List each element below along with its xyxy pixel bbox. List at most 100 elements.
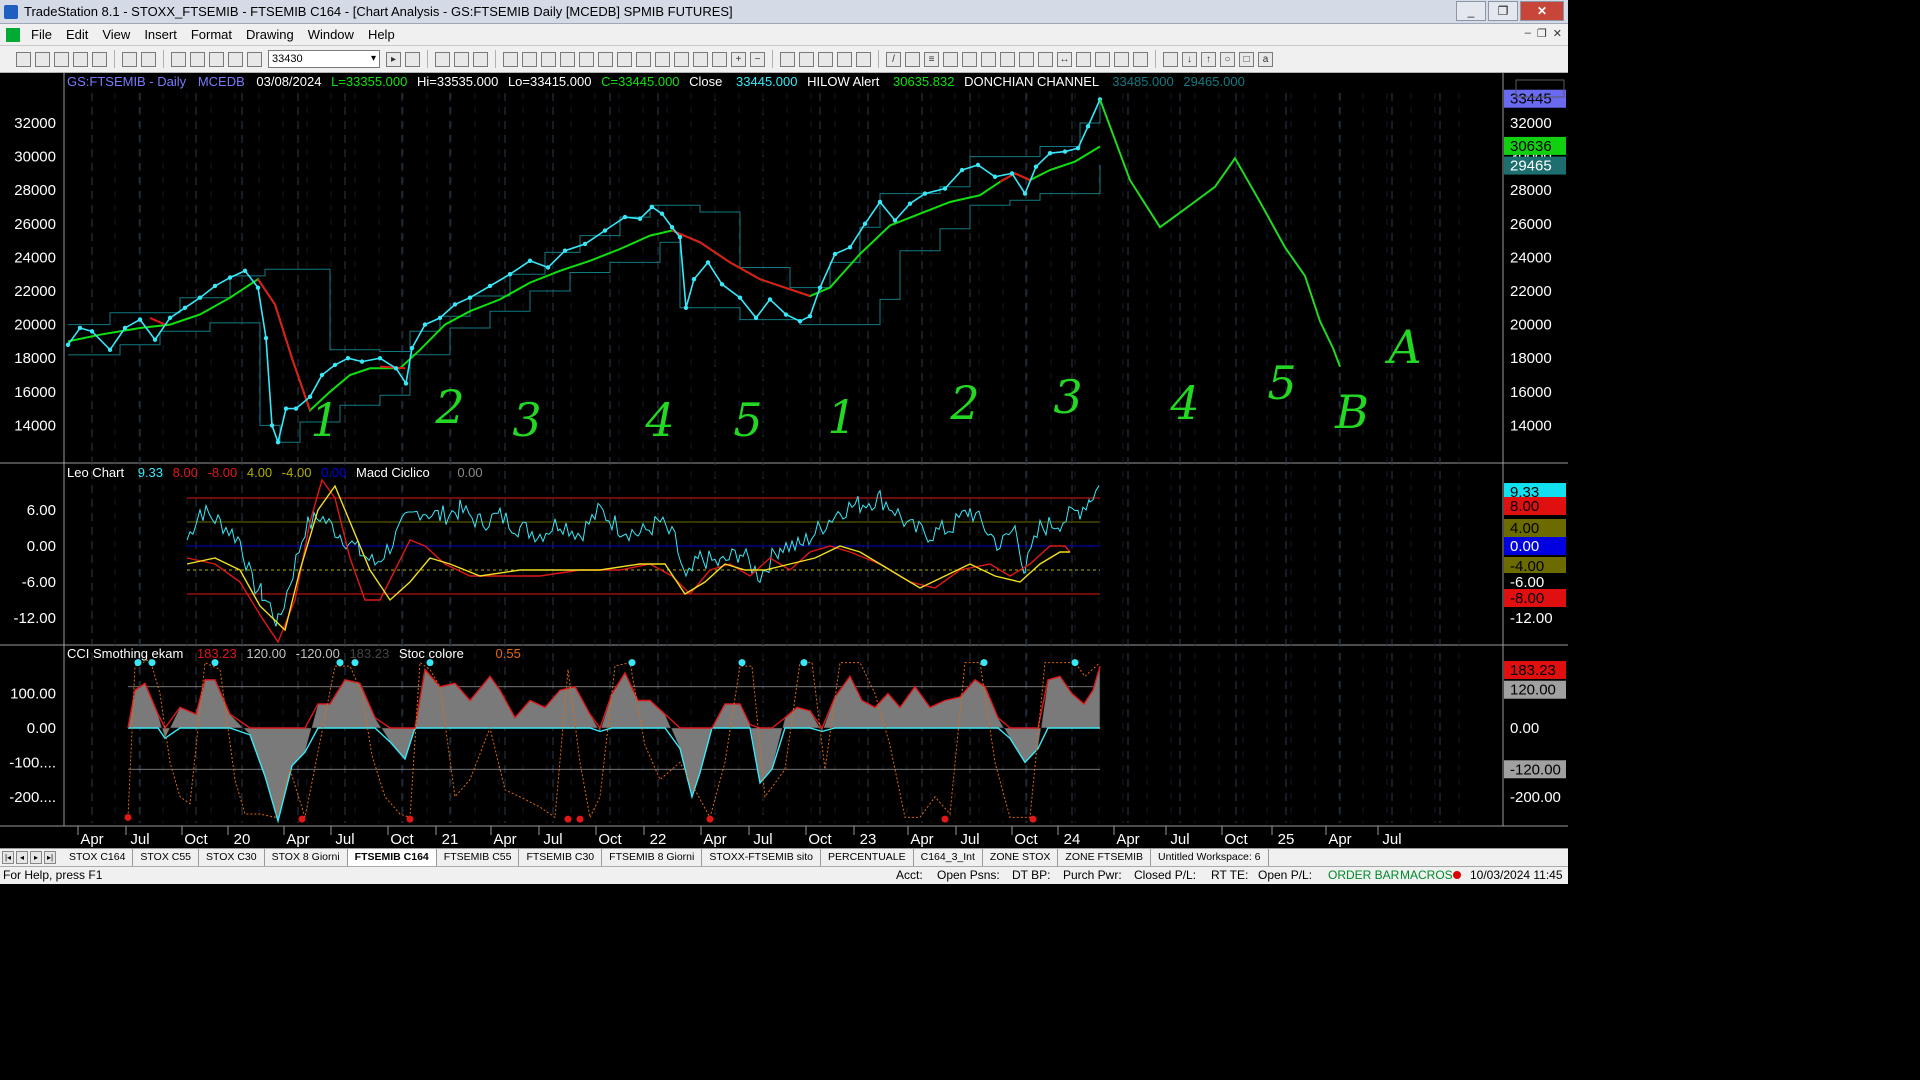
menu-window[interactable]: Window (301, 27, 361, 42)
cursor-cross-icon[interactable] (693, 51, 708, 67)
workspace-tab[interactable]: ZONE STOX (983, 849, 1059, 866)
workspace-tab[interactable]: STOX C30 (199, 849, 265, 866)
menu-format[interactable]: Format (184, 27, 239, 42)
menu-view[interactable]: View (95, 27, 137, 42)
regression-icon[interactable] (943, 51, 958, 67)
workspace-tab[interactable]: FTSEMIB 8 Giorni (602, 849, 703, 866)
mdi-minimize-icon[interactable]: – (1525, 27, 1531, 40)
format-icon[interactable] (560, 51, 575, 67)
pointer-icon[interactable] (780, 51, 795, 67)
chart-svg[interactable]: 3200032000300003000028000280002600026000… (0, 73, 1568, 848)
menu-file[interactable]: File (24, 27, 59, 42)
fan-icon[interactable] (962, 51, 977, 67)
data-window-icon[interactable] (503, 51, 518, 67)
zoom-in-icon[interactable]: + (731, 51, 746, 67)
space-icon[interactable] (712, 51, 727, 67)
minimize-button[interactable]: _ (1456, 1, 1486, 21)
draw-icon[interactable] (228, 51, 243, 67)
copy-icon[interactable] (73, 51, 88, 67)
bar-chart-icon[interactable] (655, 51, 670, 67)
workspace-tab[interactable]: FTSEMIB C30 (519, 849, 603, 866)
wave-label[interactable]: 5 (733, 393, 762, 447)
drawing-object-icon[interactable] (837, 51, 852, 67)
chart-window-icon[interactable] (6, 27, 20, 42)
menu-insert[interactable]: Insert (137, 27, 184, 42)
workspace-tab[interactable]: STOXX-FTSEMIB sito (702, 849, 822, 866)
macros-button[interactable]: MACROS (1400, 868, 1453, 882)
bar-interval-icon[interactable] (435, 51, 450, 67)
zoom-out-icon[interactable]: − (750, 51, 765, 67)
scroll-icon[interactable] (541, 51, 556, 67)
mdi-restore-icon[interactable]: ❐ (1537, 27, 1547, 40)
wave-label[interactable]: B (1334, 385, 1369, 439)
open-icon[interactable] (35, 51, 50, 67)
pencil-icon[interactable] (1133, 51, 1148, 67)
strategy-icon[interactable] (617, 51, 632, 67)
arrow-horizontal-icon[interactable]: ↔ (1057, 51, 1072, 67)
symbol-input[interactable]: 33430 (268, 50, 380, 68)
parallel-lines-icon[interactable] (1076, 51, 1091, 67)
wave-label[interactable]: 1 (827, 390, 856, 444)
go-arrow-icon[interactable]: ▸ (386, 51, 401, 67)
order-bar-button[interactable]: ORDER BAR (1328, 868, 1399, 882)
mdi-close-icon[interactable]: ✕ (1553, 27, 1562, 40)
eraser-icon[interactable] (856, 51, 871, 67)
chart-analysis-window[interactable]: 3200032000300003000028000280002600026000… (0, 73, 1568, 848)
workspace-tab[interactable]: FTSEMIB C164 (347, 849, 437, 866)
replay-icon[interactable] (579, 51, 594, 67)
projection-drawing[interactable] (1099, 99, 1341, 367)
workspace-tab[interactable]: FTSEMIB C55 (437, 849, 520, 866)
wave-label[interactable]: 2 (949, 376, 979, 430)
wave-label[interactable]: 4 (644, 393, 674, 447)
speed-lines-icon[interactable] (1095, 51, 1110, 67)
horizontal-line-icon[interactable]: ≡ (924, 51, 939, 67)
new-icon[interactable] (16, 51, 31, 67)
refresh-icon[interactable] (171, 51, 186, 67)
trendline-icon[interactable]: / (886, 51, 901, 67)
workspace-tab[interactable]: C164_3_Int (914, 849, 983, 866)
menu-edit[interactable]: Edit (59, 27, 95, 42)
workspace-tab[interactable]: STOX 8 Giorni (265, 849, 348, 866)
workspace-tab[interactable]: ZONE FTSEMIB (1058, 849, 1151, 866)
fibonacci-icon[interactable] (1019, 51, 1034, 67)
grid-icon[interactable] (473, 51, 488, 67)
workspace-icon[interactable] (190, 51, 205, 67)
rectangle-icon[interactable]: □ (1239, 51, 1254, 67)
chart-type-icon[interactable] (522, 51, 537, 67)
arc-icon[interactable] (1114, 51, 1129, 67)
candle-icon[interactable] (674, 51, 689, 67)
select-icon[interactable] (799, 51, 814, 67)
wave-count-labels[interactable]: 1 2 3 4 5 1 2 3 4 5AB (310, 320, 1421, 447)
workspace-tab[interactable]: PERCENTUALE (821, 849, 914, 866)
wave-label[interactable]: A (1384, 320, 1421, 374)
wave-label[interactable]: 1 (310, 393, 339, 447)
arrow-down-icon[interactable]: ↓ (1182, 51, 1197, 67)
wave-label[interactable]: 2 (434, 380, 464, 434)
menu-drawing[interactable]: Drawing (239, 27, 301, 42)
arrow-up-icon[interactable]: ↑ (1201, 51, 1216, 67)
tab-prev-icon[interactable]: ◂ (16, 851, 28, 864)
tab-next-icon[interactable]: ▸ (30, 851, 42, 864)
vertical-lines-icon[interactable] (905, 51, 920, 67)
interval-icon[interactable] (454, 51, 469, 67)
tab-first-icon[interactable]: |◂ (2, 851, 14, 864)
radar-icon[interactable] (636, 51, 651, 67)
workspace-tab[interactable]: STOX C164 (62, 849, 134, 866)
text-icon[interactable]: a (1258, 51, 1273, 67)
workspace-tab[interactable]: STOX C55 (133, 849, 199, 866)
tab-last-icon[interactable]: ▸| (44, 851, 56, 864)
lock-icon[interactable] (209, 51, 224, 67)
study-icon[interactable] (598, 51, 613, 67)
ellipse-icon[interactable]: ○ (1220, 51, 1235, 67)
gann-icon[interactable] (1000, 51, 1015, 67)
analysis-icon[interactable] (247, 51, 262, 67)
channel-icon[interactable] (981, 51, 996, 67)
tools-icon[interactable] (818, 51, 833, 67)
wave-label[interactable]: 5 (1267, 356, 1296, 410)
print-icon[interactable] (122, 51, 137, 67)
wave-label[interactable]: 3 (1053, 370, 1082, 424)
close-button[interactable]: ✕ (1520, 1, 1564, 21)
print-preview-icon[interactable] (141, 51, 156, 67)
maximize-button[interactable]: ❐ (1488, 1, 1518, 21)
workspace-tab[interactable]: Untitled Workspace: 6 (1151, 849, 1269, 866)
